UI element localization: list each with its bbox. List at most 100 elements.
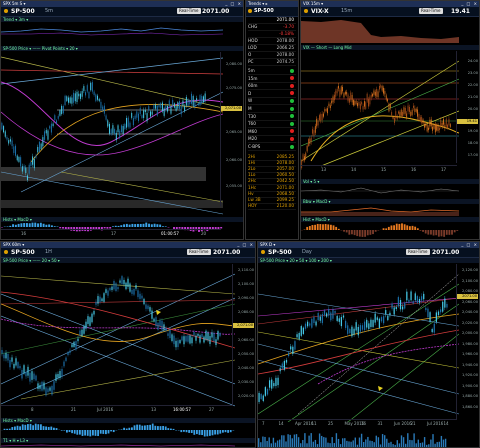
- timeframe-selector[interactable]: 5m: [45, 8, 53, 15]
- histogram-bar: [146, 425, 149, 430]
- candle-body: [410, 291, 412, 301]
- x-tick: 27: [209, 407, 215, 412]
- histogram-bar: [224, 430, 227, 433]
- candle-body: [107, 290, 109, 296]
- histogram-bar: [398, 223, 401, 230]
- candle-body: [414, 293, 416, 301]
- last-price: 2071.00: [213, 249, 241, 256]
- x-tick: 13: [151, 407, 157, 412]
- candle-body: [381, 86, 383, 91]
- x-tick: 7: [262, 421, 265, 426]
- candle-body: [111, 286, 113, 291]
- window-title: SPX 60m ▾: [3, 242, 25, 247]
- volume-bar: [316, 444, 319, 447]
- candle-body: [49, 387, 51, 391]
- real-time-button[interactable]: Real-Time: [406, 249, 430, 255]
- candle-body: [437, 311, 440, 316]
- volume-bar: [337, 438, 340, 447]
- histogram-bar: [216, 430, 219, 435]
- volume-bar: [411, 440, 413, 447]
- price-legend[interactable]: VIX — Short — Long Mid: [301, 45, 479, 50]
- candle-body: [302, 327, 305, 334]
- real-time-button[interactable]: Real-Time: [177, 8, 201, 14]
- candle-body: [117, 125, 119, 133]
- candle-body: [199, 95, 201, 106]
- candle-body: [364, 101, 365, 107]
- candle-body: [170, 105, 172, 114]
- price-chart-60m[interactable]: [1, 264, 235, 408]
- trend-row[interactable]: C-BPS: [248, 143, 296, 151]
- y-tick: 21.00: [467, 95, 478, 99]
- candle-body: [395, 306, 397, 310]
- volume-bar: [377, 437, 380, 447]
- candle-body: [441, 122, 443, 127]
- candle-body: [351, 326, 353, 337]
- candle-body: [121, 276, 123, 285]
- histogram-bar: [134, 224, 137, 227]
- vix-price-chart[interactable]: [301, 51, 459, 173]
- price-legend[interactable]: SP-500 Price ▾ —— 20 ▾ 50 ▾: [1, 258, 255, 263]
- candle-body: [181, 336, 183, 341]
- candle-body: [306, 321, 309, 327]
- histogram-bar: [79, 430, 81, 435]
- histogram-bar: [125, 428, 128, 430]
- candle-body: [56, 120, 58, 124]
- quote-label: HOD: [248, 38, 258, 43]
- quote-row: PC 2074.75: [248, 58, 296, 66]
- timeframe-selector[interactable]: 1H: [45, 249, 52, 256]
- candle-body: [185, 336, 187, 342]
- symbol-field[interactable]: SP-500: [11, 8, 35, 15]
- candle-body: [76, 91, 78, 102]
- candle-body: [431, 328, 433, 333]
- candle-body: [393, 307, 395, 315]
- candle-body: [51, 385, 53, 395]
- histogram-bar: [29, 423, 32, 430]
- candle-body: [81, 91, 83, 97]
- candle-body: [99, 296, 101, 303]
- candle-body: [39, 385, 41, 389]
- histogram-bar: [164, 226, 167, 227]
- sub-indicator-2: [301, 207, 459, 216]
- candle-body: [439, 309, 442, 313]
- candle-body: [418, 298, 421, 303]
- candle-body: [444, 125, 446, 129]
- symbol-field[interactable]: SP-500: [268, 249, 292, 256]
- y-tick: 2,100.00: [461, 278, 478, 283]
- symbol-field[interactable]: VIX-X: [311, 8, 329, 15]
- timeframe-selector[interactable]: Day: [302, 249, 312, 256]
- volume-bar: [329, 443, 331, 447]
- candle-body: [294, 341, 296, 350]
- status-indicator-icon: [261, 250, 265, 254]
- candle-body: [342, 315, 345, 318]
- histogram-bar: [390, 225, 393, 230]
- histogram-bar: [17, 223, 20, 227]
- trend-indicator-strip: [1, 27, 223, 36]
- histogram-bar: [164, 426, 167, 430]
- candle-body: [147, 305, 149, 309]
- volume-bar: [398, 443, 401, 447]
- candle-body: [190, 93, 192, 104]
- candle-body: [124, 123, 126, 130]
- price-legend[interactable]: SP-500 Price ▾ 20 ▾ 50 ▾ 100 ▾ 200 ▾: [258, 258, 479, 263]
- quote-value: 2074.75: [276, 59, 294, 64]
- chart-toolbar: VIX-X 15m Real-Time 19.41: [301, 7, 479, 17]
- real-time-button[interactable]: Real-Time: [187, 249, 211, 255]
- window-title: SPX D ▾: [260, 242, 276, 247]
- price-chart-daily[interactable]: [258, 264, 459, 422]
- symbol-field[interactable]: SP-500: [254, 8, 274, 15]
- timeframe-selector[interactable]: 15m: [341, 8, 352, 15]
- symbol-field[interactable]: SP-500: [11, 249, 35, 256]
- candle-body: [394, 117, 395, 123]
- histogram-bar: [11, 427, 14, 430]
- real-time-button[interactable]: Real-Time: [419, 8, 443, 14]
- candle-body: [334, 310, 336, 314]
- x-tick: 8: [31, 407, 34, 412]
- price-chart-5m[interactable]: [1, 52, 223, 217]
- candle-body: [194, 101, 196, 108]
- histogram-bar: [209, 430, 211, 436]
- histogram-bar: [97, 430, 100, 437]
- candle-body: [207, 332, 209, 341]
- price-legend[interactable]: SP-500 Price ▾ —— Pivot Points ▾ 20 ▾: [1, 46, 243, 51]
- candle-body: [311, 318, 313, 328]
- candle-body: [419, 117, 421, 121]
